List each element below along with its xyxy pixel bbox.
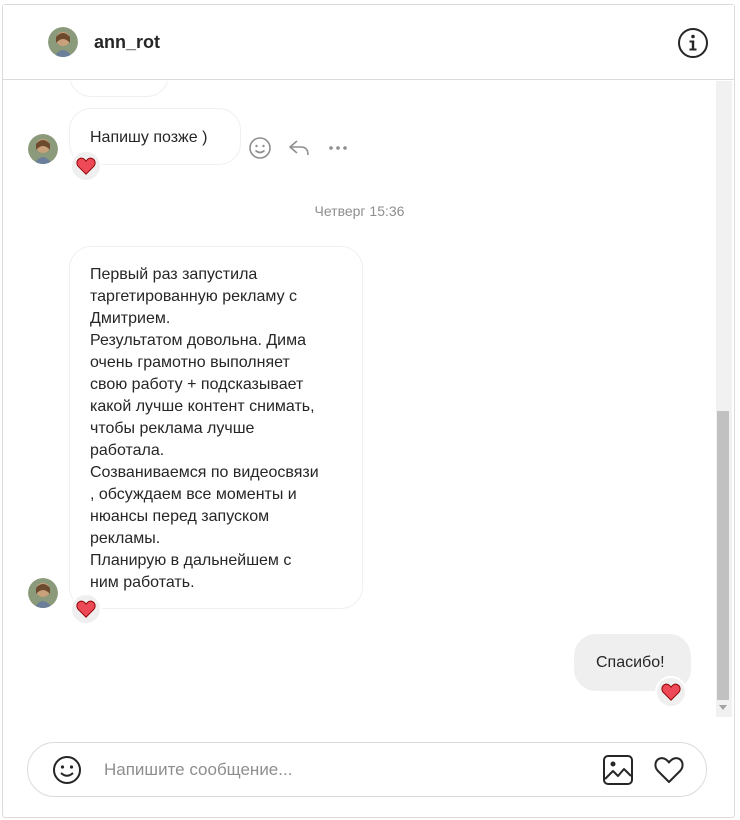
heart-outline-icon[interactable] — [653, 754, 685, 786]
heart-reaction[interactable] — [70, 593, 102, 625]
image-icon[interactable] — [602, 754, 634, 786]
heart-icon — [76, 600, 96, 618]
message-bubble-partial — [69, 81, 169, 97]
thread-scrollbar[interactable] — [716, 81, 732, 717]
message-input[interactable] — [104, 757, 584, 783]
info-icon[interactable] — [677, 27, 709, 59]
more-icon — [329, 146, 347, 150]
reply-icon — [289, 140, 309, 156]
message-bubble[interactable]: Первый раз запустила таргетированную рек… — [69, 246, 363, 609]
smile-icon — [249, 137, 271, 159]
emoji-icon[interactable] — [52, 755, 82, 785]
scroll-down-arrow[interactable] — [719, 705, 727, 710]
react-button[interactable] — [248, 136, 272, 160]
message-thread[interactable]: Напишу позже ) Четверг 15:36 Первый раз … — [3, 81, 716, 716]
thread-timestamp: Четверг 15:36 — [314, 203, 405, 219]
message-actions — [248, 136, 350, 160]
sender-avatar[interactable] — [28, 578, 58, 608]
heart-icon — [76, 157, 96, 175]
scrollbar-thumb[interactable] — [717, 411, 729, 700]
heart-icon — [661, 683, 681, 701]
reply-button[interactable] — [287, 136, 311, 160]
more-button[interactable] — [326, 136, 350, 160]
sender-avatar[interactable] — [28, 134, 58, 164]
heart-reaction[interactable] — [655, 676, 687, 708]
chat-username[interactable]: ann_rot — [94, 32, 160, 53]
heart-reaction[interactable] — [70, 150, 102, 182]
profile-avatar[interactable] — [48, 27, 78, 57]
chat-header: ann_rot — [3, 5, 734, 80]
message-composer — [27, 742, 707, 797]
